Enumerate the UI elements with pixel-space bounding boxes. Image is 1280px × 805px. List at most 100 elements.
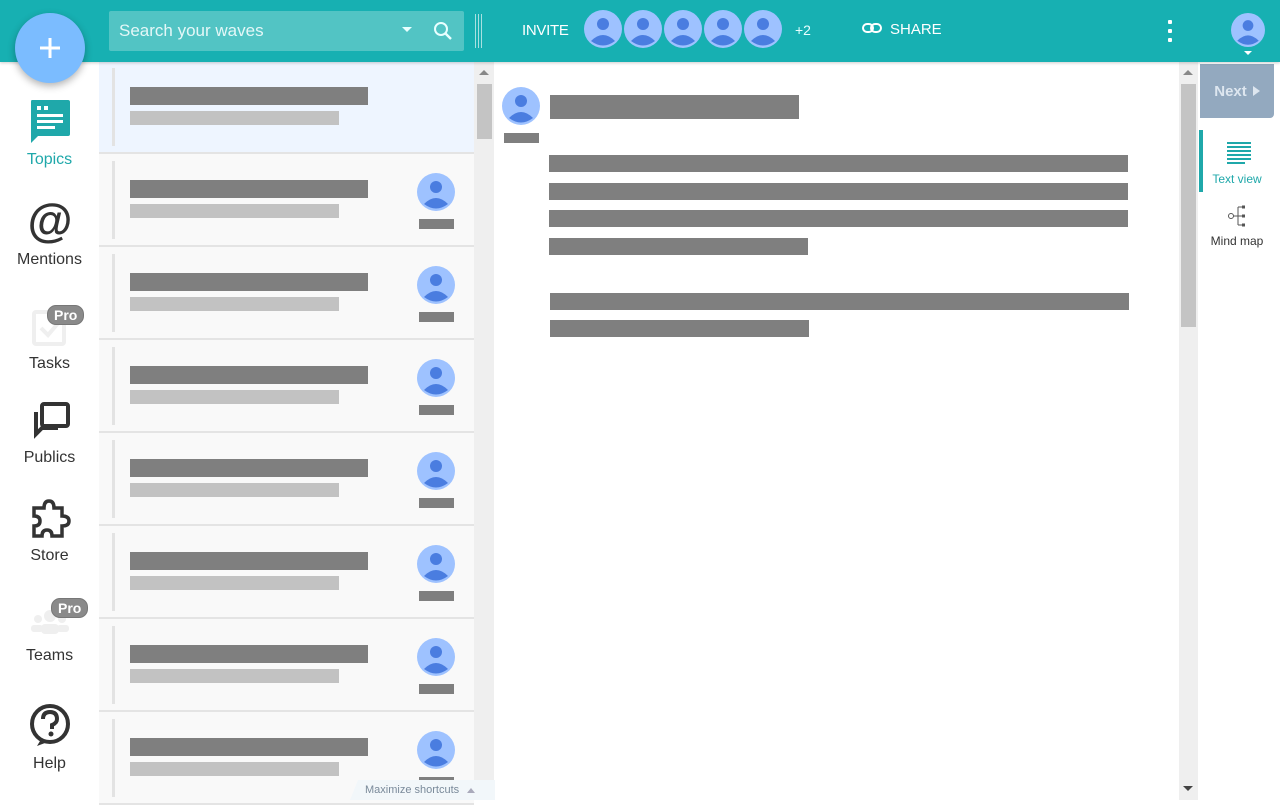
participant-avatar[interactable] [744, 10, 782, 53]
text-line-placeholder [549, 210, 1128, 227]
sidebar-item-label: Teams [25, 647, 74, 664]
sidebar-item-label: Publics [23, 449, 76, 466]
help-icon [29, 704, 70, 746]
author-name-placeholder [419, 498, 454, 508]
scrollbar-thumb[interactable] [1181, 84, 1196, 327]
top-bar: INVITE +2 SHARE [0, 0, 1280, 62]
text-line-placeholder [549, 238, 808, 255]
sidebar-item-label: Mentions [17, 251, 82, 268]
wave-snippet-placeholder [130, 483, 339, 497]
text-line-placeholder [550, 320, 809, 337]
wave-content [494, 62, 1179, 800]
new-wave-button[interactable] [15, 13, 85, 83]
wave-list [99, 62, 474, 805]
wave-list-item[interactable] [99, 248, 474, 340]
search-icon[interactable] [433, 21, 453, 46]
blip-title-placeholder [550, 95, 799, 119]
chevron-up-icon [467, 788, 476, 793]
maximize-shortcuts-button[interactable]: Maximize shortcuts [350, 780, 495, 800]
topics-icon [30, 100, 70, 143]
participant-avatar[interactable] [624, 10, 662, 53]
sidebar: Topics @ Mentions Tasks Pro Publics Stor… [0, 62, 99, 800]
text-line-placeholder [549, 155, 1128, 172]
wave-title-placeholder [130, 273, 368, 291]
invite-button[interactable]: INVITE [522, 22, 569, 39]
sidebar-item-topics[interactable]: Topics [0, 98, 99, 169]
author-name-placeholder [419, 405, 454, 415]
pro-badge: Pro [47, 305, 85, 325]
resize-handle[interactable] [475, 14, 485, 48]
puzzle-icon [31, 499, 71, 538]
author-name-placeholder [419, 591, 454, 601]
sidebar-item-store[interactable]: Store [0, 498, 99, 565]
wave-list-item[interactable] [99, 527, 474, 619]
wave-list-item[interactable] [99, 434, 474, 526]
next-button[interactable]: Next [1200, 64, 1274, 118]
author-avatar [417, 731, 455, 774]
view-panel: Next Text view Mind map [1198, 62, 1280, 800]
publics-icon [33, 402, 70, 439]
plus-icon [40, 38, 60, 58]
wave-title-placeholder [130, 87, 368, 105]
wave-snippet-placeholder [130, 669, 339, 683]
participant-avatar[interactable] [584, 10, 622, 53]
search-input[interactable] [119, 21, 389, 41]
content-scrollbar[interactable] [1179, 62, 1198, 800]
author-avatar [417, 638, 455, 681]
text-line-placeholder [549, 183, 1128, 200]
wave-list-item[interactable] [99, 155, 474, 247]
wave-title-placeholder [130, 366, 368, 384]
author-avatar [417, 452, 455, 495]
author-name-placeholder [419, 219, 454, 229]
scrollbar-thumb[interactable] [477, 84, 492, 139]
user-avatar[interactable] [1231, 13, 1265, 52]
author-avatar [417, 266, 455, 309]
text-view-icon [1227, 142, 1251, 164]
sidebar-item-publics[interactable]: Publics [0, 400, 99, 467]
sidebar-item-label: Help [33, 755, 66, 772]
participant-avatar[interactable] [664, 10, 702, 53]
author-avatar [417, 173, 455, 216]
wave-title-placeholder [130, 645, 368, 663]
wave-snippet-placeholder [130, 111, 339, 125]
at-icon: @ [27, 194, 72, 246]
author-avatar [417, 545, 455, 588]
wave-list-item[interactable] [99, 341, 474, 433]
wave-list-item[interactable] [99, 620, 474, 712]
view-label: Mind map [1210, 234, 1264, 248]
wave-title-placeholder [130, 738, 368, 756]
svg-text:@: @ [27, 198, 72, 244]
wave-title-placeholder [130, 180, 368, 198]
scroll-up-icon[interactable] [1183, 70, 1193, 75]
sidebar-item-mentions[interactable]: @ Mentions [0, 194, 99, 269]
pro-badge: Pro [51, 598, 89, 618]
participant-avatar[interactable] [704, 10, 742, 53]
author-name-placeholder [419, 684, 454, 694]
more-participants-count[interactable]: +2 [795, 22, 811, 38]
author-name-placeholder [419, 312, 454, 322]
wave-list-scrollbar[interactable] [474, 62, 494, 800]
scroll-up-icon[interactable] [479, 70, 489, 75]
play-arrow-icon [1252, 86, 1260, 96]
wave-title-placeholder [130, 459, 368, 477]
next-label: Next [1214, 82, 1247, 100]
link-icon [862, 21, 882, 38]
share-label: SHARE [890, 21, 942, 38]
search-box[interactable] [109, 11, 464, 51]
wave-snippet-placeholder [130, 576, 339, 590]
maximize-shortcuts-label: Maximize shortcuts [365, 784, 460, 796]
share-button[interactable]: SHARE [862, 21, 942, 38]
sidebar-item-help[interactable]: Help [0, 702, 99, 773]
mind-map-icon [1228, 205, 1245, 227]
participants [584, 10, 784, 53]
sidebar-item-label: Topics [26, 151, 73, 168]
more-options-icon[interactable] [1166, 20, 1174, 42]
scroll-down-icon[interactable] [1183, 786, 1193, 791]
sidebar-item-label: Store [30, 547, 69, 564]
blip-author-avatar[interactable] [502, 87, 540, 130]
wave-list-item[interactable] [99, 62, 474, 154]
wave-title-placeholder [130, 552, 368, 570]
search-options-dropdown-icon[interactable] [402, 27, 412, 32]
user-menu-caret-icon[interactable] [1244, 51, 1252, 55]
sidebar-item-label: Tasks [29, 355, 70, 372]
